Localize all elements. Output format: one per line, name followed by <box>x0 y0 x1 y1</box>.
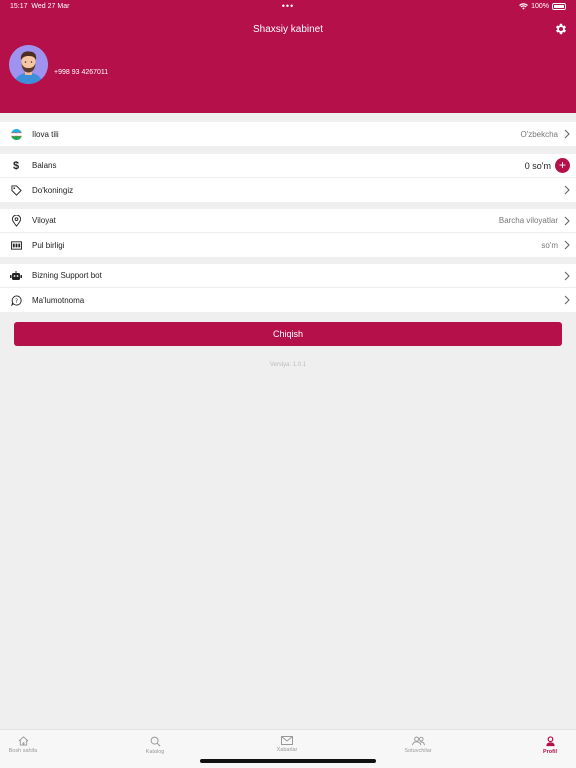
profile-header: 15:17 Wed 27 Mar ••• 100% Shaxsiy kabine… <box>0 0 576 113</box>
chevron-right-icon <box>564 129 570 139</box>
svg-text:?: ? <box>14 297 17 304</box>
tab-catalog-label: Katalog <box>145 749 165 755</box>
robot-icon <box>10 270 22 282</box>
tab-sellers[interactable]: Sotuvchilar <box>388 736 448 754</box>
language-row[interactable]: Ilova tili O'zbekcha <box>0 122 576 146</box>
tab-catalog[interactable]: Katalog <box>125 736 185 755</box>
wifi-icon <box>519 3 528 10</box>
language-value: O'zbekcha <box>520 129 558 139</box>
battery-icon <box>552 3 566 10</box>
chevron-right-icon <box>564 216 570 226</box>
currency-row[interactable]: Pul birligi so'm <box>0 233 576 257</box>
tab-messages[interactable]: Xabarlar <box>257 736 317 753</box>
info-label: Ma'lumotnoma <box>32 295 85 305</box>
tab-sellers-label: Sotuvchilar <box>404 748 432 754</box>
dollar-icon: $ <box>12 160 20 172</box>
shop-label: Do'koningiz <box>32 185 74 195</box>
support-group: Bizning Support bot ? Ma'lumotnoma <box>0 264 576 312</box>
chevron-right-icon <box>564 185 570 195</box>
balance-row[interactable]: $ Balans 0 so'm + <box>0 154 576 178</box>
battery-percent: 100% <box>531 3 549 10</box>
uz-flag-icon <box>10 128 22 140</box>
language-group: Ilova tili O'zbekcha <box>0 122 576 146</box>
tab-profile[interactable]: Profil <box>520 736 576 755</box>
users-icon <box>411 736 425 746</box>
home-indicator <box>200 759 376 763</box>
avatar-illustration <box>9 45 48 84</box>
avatar[interactable] <box>9 45 48 84</box>
chevron-right-icon <box>564 271 570 281</box>
location-pin-icon <box>10 215 22 227</box>
balance-value: 0 so'm <box>524 160 551 171</box>
phone-number: +998 93 4267011 <box>54 69 109 76</box>
status-bar: 15:17 Wed 27 Mar ••• 100% <box>10 1 566 13</box>
support-bot-label: Bizning Support bot <box>32 271 102 280</box>
gear-icon[interactable] <box>554 22 568 36</box>
home-icon <box>18 736 28 746</box>
banknote-icon <box>10 239 22 251</box>
add-balance-button[interactable]: + <box>555 158 570 173</box>
region-group: Viloyat Barcha viloyatlar Pul birligi so… <box>0 209 576 257</box>
support-bot-row[interactable]: Bizning Support bot <box>0 264 576 288</box>
multitask-dots-icon[interactable]: ••• <box>282 1 294 11</box>
shop-row[interactable]: Do'koningiz <box>0 178 576 202</box>
tab-profile-label: Profil <box>542 749 558 755</box>
tag-icon <box>10 184 22 196</box>
logout-button[interactable]: Chiqish <box>14 322 562 346</box>
balance-label: Balans <box>32 161 57 170</box>
chevron-right-icon <box>564 240 570 250</box>
balance-group: $ Balans 0 so'm + Do'koningiz <box>0 154 576 202</box>
mail-icon <box>281 736 293 745</box>
tab-messages-label: Xabarlar <box>276 747 298 753</box>
help-icon: ? <box>10 294 22 306</box>
search-icon <box>150 736 160 747</box>
profile-icon <box>545 736 555 747</box>
info-row[interactable]: ? Ma'lumotnoma <box>0 288 576 312</box>
region-value: Barcha viloyatlar <box>498 216 558 225</box>
region-row[interactable]: Viloyat Barcha viloyatlar <box>0 209 576 233</box>
language-label: Ilova tili <box>32 129 59 139</box>
version-text: Versiya: 1.0.1 <box>269 362 307 368</box>
page-title: Shaxsiy kabinet <box>252 24 324 35</box>
currency-label: Pul birligi <box>32 240 65 250</box>
chevron-right-icon <box>564 295 570 305</box>
region-label: Viloyat <box>32 216 56 225</box>
status-time: 15:17 Wed 27 Mar <box>10 3 70 10</box>
currency-value: so'm <box>541 240 558 250</box>
tab-home-label: Bosh sahifa <box>8 748 38 754</box>
tab-home[interactable]: Bosh sahifa <box>0 736 53 754</box>
